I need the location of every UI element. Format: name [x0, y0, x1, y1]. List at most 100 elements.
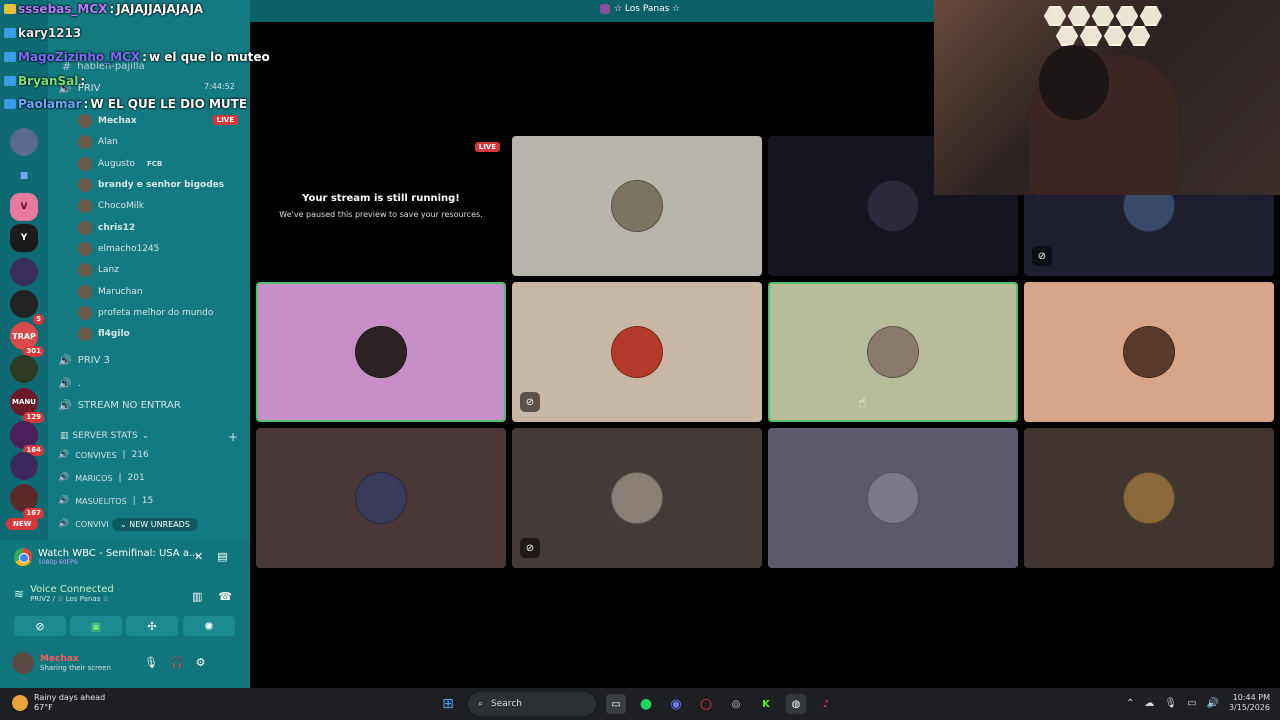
mic-icon[interactable]: 🎙 [1164, 698, 1177, 709]
avatar [867, 472, 919, 524]
server-icon-9[interactable] [10, 452, 38, 480]
voice-channel-priv3[interactable]: 🔊 PRIV 3 [58, 354, 110, 367]
server-icon-fl[interactable] [10, 355, 38, 383]
stat-row[interactable]: 🔊 CONVIVI [58, 519, 109, 529]
taskbar-search[interactable]: ⌕ Search [468, 692, 596, 716]
server-icon-game[interactable]: 5 [10, 290, 44, 325]
server-icon-manu[interactable]: MANU 129 [10, 388, 44, 423]
server-icon-1[interactable] [10, 128, 38, 156]
kick-icon[interactable]: K [756, 694, 776, 714]
video-tile-speaking[interactable] [256, 282, 506, 422]
stat-row[interactable]: 🔊 CONVIVES | 216 [58, 450, 149, 460]
chat-user: MagoZizinho_MCX [18, 50, 141, 64]
stat-row[interactable]: 🔊 MASUELITOS | 15 [58, 496, 153, 506]
badge-icon [4, 52, 16, 62]
badge-icon [4, 28, 16, 38]
badge-icon [4, 76, 16, 86]
member-name: ChocoMilk [98, 201, 144, 211]
avatar [78, 306, 92, 320]
speaker-icon: 🔊 [58, 399, 72, 412]
voice-channel-label: STREAM NO ENTRAR [77, 400, 181, 411]
obs-icon[interactable]: ◎ [726, 694, 746, 714]
voice-channel-dot[interactable]: 🔊. [58, 377, 81, 390]
clock-time: 10:44 PM [1232, 693, 1270, 702]
paused-message: Your stream is still running! We've paus… [256, 136, 506, 276]
activity-row[interactable]: Watch WBC - Semifinal: USA a... 1080p 60… [14, 548, 198, 566]
live-badge: LIVE [474, 142, 500, 152]
video-tile[interactable]: ⊘ [512, 428, 762, 568]
server-icon-10[interactable]: 167 [10, 484, 44, 519]
member-row[interactable]: Alan [78, 133, 238, 151]
video-tile[interactable] [256, 428, 506, 568]
server-icon-pink[interactable]: V [10, 193, 38, 221]
display-icon[interactable]: ▭ [1187, 698, 1196, 709]
voice-channel-stream[interactable]: 🔊 STREAM NO ENTRAR [58, 399, 181, 412]
chrome-taskbar-icon[interactable]: ◍ [786, 694, 806, 714]
member-row[interactable]: brandy e senhor bigodes [78, 176, 238, 194]
add-channel-icon[interactable]: + [228, 430, 238, 444]
noise-icon[interactable]: ▥ [192, 590, 202, 603]
avatar [611, 326, 663, 378]
user-panel[interactable]: Mechax Sharing their screen [12, 652, 111, 674]
soundboard-button[interactable]: ✺ [183, 616, 235, 636]
tiktok-icon[interactable]: ♪ [816, 694, 836, 714]
category-server-stats[interactable]: ▥ SERVER STATS ⌄ [60, 431, 149, 441]
divider: | [118, 473, 122, 483]
spotify-icon[interactable]: ● [636, 694, 656, 714]
server-icon-trap[interactable]: TRAP 301 [10, 322, 44, 357]
headphones-icon[interactable]: 🎧 [170, 656, 184, 669]
new-unreads-pill[interactable]: ⌄ NEW UNREADS [112, 518, 198, 531]
disconnect-icon[interactable]: ☎ [218, 590, 232, 603]
camera-button[interactable]: ⊘ [14, 616, 66, 636]
video-tile[interactable] [768, 428, 1018, 568]
server-icon [600, 4, 610, 14]
member-row[interactable]: Mechax LIVE [78, 112, 238, 130]
folder-icon[interactable]: ■ [10, 162, 38, 190]
video-tile[interactable] [512, 136, 762, 276]
server-icon-dark[interactable]: Y [10, 224, 38, 252]
mic-icon[interactable]: 🎙 [144, 656, 158, 669]
windows-start-icon[interactable]: ⊞ [438, 694, 458, 714]
server-icon-8[interactable]: 164 [10, 421, 44, 456]
weather-widget[interactable]: Rainy days ahead 67°F [12, 693, 105, 713]
activity-title: Watch WBC - Semifinal: USA a... [38, 548, 199, 559]
member-row[interactable]: Augusto FCB [78, 155, 238, 173]
opera-icon[interactable]: ○ [696, 694, 716, 714]
chevron-down-icon: ⌄ [120, 520, 130, 529]
hex-light [1080, 26, 1102, 46]
member-row[interactable]: fl4gilo [78, 325, 238, 343]
share-screen-button[interactable]: ▣ [70, 616, 122, 636]
video-tile[interactable] [1024, 282, 1274, 422]
network-icon[interactable]: ☁ [1144, 698, 1154, 709]
server-icon-purple[interactable] [10, 258, 38, 286]
volume-icon[interactable]: 🔊 [1207, 698, 1219, 709]
gear-icon[interactable]: ⚙ [196, 656, 206, 669]
chat-sep: : [80, 74, 86, 88]
activities-button[interactable]: ✣ [126, 616, 178, 636]
video-tile-speaking[interactable] [768, 282, 1018, 422]
task-view-icon[interactable]: ▭ [606, 694, 626, 714]
stop-stream-icon[interactable]: ✕ [194, 550, 203, 563]
manu-label: MANU [12, 398, 36, 406]
member-row[interactable]: Maruchan [78, 283, 238, 301]
settings-icon[interactable]: ▤ [217, 550, 227, 563]
discord-icon[interactable]: ◉ [666, 694, 686, 714]
stat-row[interactable]: 🔊 MARICOS | 201 [58, 473, 145, 483]
member-row[interactable]: chris12 [78, 219, 238, 237]
member-name: Lanz [98, 265, 119, 275]
member-row[interactable]: ChocoMilk [78, 197, 238, 215]
system-tray: ⌃ ☁ 🎙 ▭ 🔊 10:44 PM 3/15/2026 [1126, 693, 1270, 713]
clock[interactable]: 10:44 PM 3/15/2026 [1229, 693, 1270, 713]
taskbar-apps: ⊞ ⌕ Search ▭ ● ◉ ○ ◎ K ◍ ♪ [438, 692, 836, 716]
paused-tile[interactable]: Your stream is still running! We've paus… [256, 136, 506, 276]
member-row[interactable]: Lanz [78, 261, 238, 279]
avatar [355, 326, 407, 378]
chevron-up-icon[interactable]: ⌃ [1126, 698, 1134, 709]
activities-icon: ✣ [147, 619, 157, 633]
video-tile[interactable] [1024, 428, 1274, 568]
video-tile[interactable]: ⊘ [512, 282, 762, 422]
member-row[interactable]: elmacho1245 [78, 240, 238, 258]
avatar [78, 263, 92, 277]
new-pill[interactable]: NEW [6, 518, 39, 530]
member-row[interactable]: profeta melhor do mundo [78, 304, 238, 322]
